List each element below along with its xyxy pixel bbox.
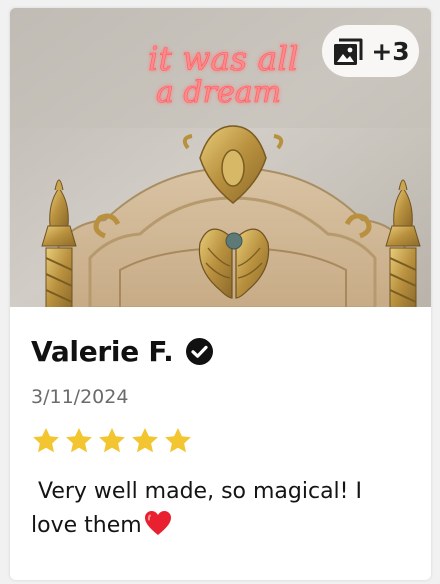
neon-sign-line2: a dream xyxy=(156,75,281,110)
star-icon xyxy=(165,428,191,453)
review-body: Valerie F. 3/11/2024 Very well made, so … xyxy=(31,330,413,543)
more-photos-count: +3 xyxy=(371,36,410,66)
neon-sign-line1: it was all xyxy=(148,39,298,78)
review-text: Very well made, so magical! I love them xyxy=(31,475,411,543)
gallery-icon xyxy=(334,38,363,65)
review-photo[interactable]: it was all a dream +3 xyxy=(10,8,431,307)
review-card: it was all a dream +3 Valerie F. 3/11/20… xyxy=(10,8,431,580)
star-rating xyxy=(31,426,413,456)
more-photos-badge[interactable]: +3 xyxy=(322,25,419,77)
review-date: 3/11/2024 xyxy=(31,386,129,408)
star-icon xyxy=(132,428,158,453)
star-icon xyxy=(33,428,59,453)
red-heart-icon xyxy=(144,511,171,535)
reviewer-name: Valerie F. xyxy=(31,334,174,368)
reviewer-row: Valerie F. xyxy=(31,330,413,372)
review-text-content: Very well made, so magical! I love them xyxy=(31,479,369,538)
star-icon xyxy=(99,428,125,453)
check-circle-icon xyxy=(186,337,214,365)
star-icon xyxy=(66,428,92,453)
